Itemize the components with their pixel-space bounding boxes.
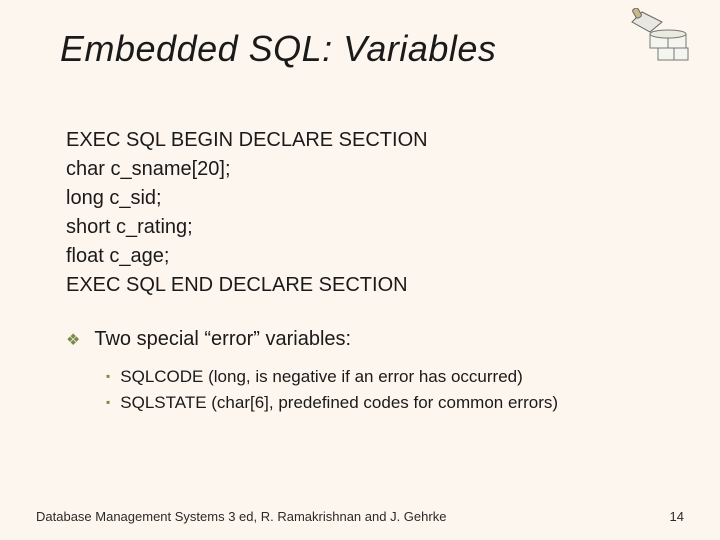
bullet-text: Two special “error” variables: — [94, 328, 351, 351]
code-line: char c_sname[20]; — [66, 155, 660, 184]
bullet-level-2: ▪ SQLSTATE (char[6], predefined codes fo… — [106, 390, 660, 416]
code-block: EXEC SQL BEGIN DECLARE SECTION char c_sn… — [60, 126, 660, 300]
code-line: short c_rating; — [66, 213, 660, 242]
slide-title: Embedded SQL: Variables — [60, 28, 660, 70]
bullet-level-1: ❖ Two special “error” variables: — [66, 328, 660, 354]
footer: Database Management Systems 3 ed, R. Ram… — [36, 509, 684, 524]
bullet-text: SQLSTATE (char[6], predefined codes for … — [120, 390, 558, 416]
bullet-section: ❖ Two special “error” variables: ▪ SQLCO… — [60, 328, 660, 415]
square-bullet-icon: ▪ — [106, 390, 110, 414]
bullet-level-2: ▪ SQLCODE (long, is negative if an error… — [106, 364, 660, 390]
bullet-text: SQLCODE (long, is negative if an error h… — [120, 364, 523, 390]
code-line: EXEC SQL BEGIN DECLARE SECTION — [66, 126, 660, 155]
code-line: float c_age; — [66, 242, 660, 271]
trowel-bricks-icon — [612, 8, 692, 68]
code-line: EXEC SQL END DECLARE SECTION — [66, 271, 660, 300]
code-line: long c_sid; — [66, 184, 660, 213]
diamond-bullet-icon: ❖ — [66, 328, 80, 354]
footer-attribution: Database Management Systems 3 ed, R. Ram… — [36, 509, 446, 524]
page-number: 14 — [670, 509, 684, 524]
square-bullet-icon: ▪ — [106, 364, 110, 388]
slide: Embedded SQL: Variables EXEC SQL BEGIN D… — [0, 0, 720, 540]
